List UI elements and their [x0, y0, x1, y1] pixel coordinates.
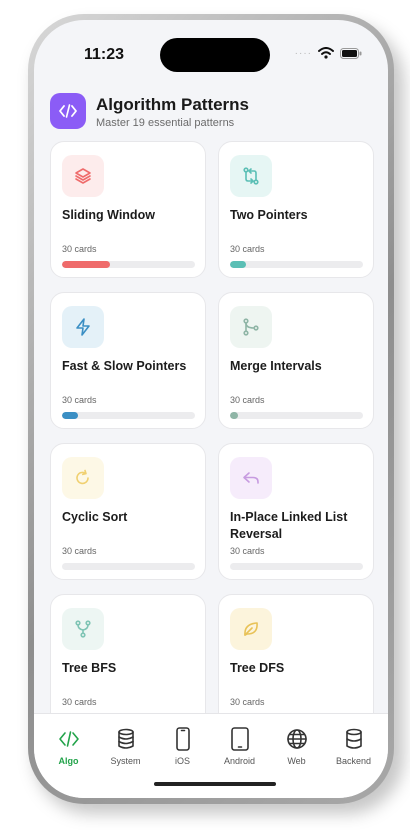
card-title: Tree DFS	[230, 661, 285, 675]
battery-icon	[340, 47, 362, 59]
header: Algorithm Patterns Master 19 essential p…	[50, 93, 372, 139]
tab-label: Algo	[58, 756, 79, 766]
server-icon	[344, 726, 364, 752]
tab-algo[interactable]: Algo	[40, 726, 97, 766]
card-title: Cyclic Sort	[62, 510, 128, 524]
tab-label: Backend	[335, 756, 372, 766]
tab-system[interactable]: System	[97, 726, 154, 766]
card-title: Two Pointers	[230, 208, 308, 222]
progress-fill	[62, 412, 78, 419]
home-indicator[interactable]	[154, 782, 276, 786]
tab-label: Web	[287, 756, 306, 766]
dynamic-island	[160, 38, 270, 72]
card-count: 30 cards	[62, 697, 97, 707]
page-title: Algorithm Patterns	[96, 95, 250, 114]
phone-frame: 11:23 ···· Algorithm Patterns Master 19 …	[28, 14, 394, 804]
tab-web[interactable]: Web	[268, 726, 325, 766]
layers-icon	[62, 155, 104, 197]
progress-bar	[62, 412, 195, 419]
wifi-icon	[318, 47, 334, 59]
tab-ios[interactable]: iOS	[154, 726, 211, 766]
card-count: 30 cards	[230, 244, 265, 254]
pattern-card[interactable]: In-Place Linked List Reversal 30 cards	[218, 443, 374, 580]
tab-label: System	[110, 756, 141, 766]
progress-bar	[230, 261, 363, 268]
phone-icon	[175, 726, 191, 752]
tablet-icon	[230, 726, 250, 752]
refresh-icon	[62, 457, 104, 499]
globe-icon	[286, 726, 308, 752]
git-merge-icon	[230, 306, 272, 348]
card-count: 30 cards	[62, 244, 97, 254]
swap-arrows-icon	[230, 155, 272, 197]
pattern-card[interactable]: Tree BFS 30 cards	[50, 594, 206, 731]
pattern-card[interactable]: Merge Intervals 30 cards	[218, 292, 374, 429]
tab-label: Android	[223, 756, 256, 766]
progress-bar	[62, 261, 195, 268]
screen: 11:23 ···· Algorithm Patterns Master 19 …	[34, 20, 388, 798]
page-subtitle: Master 19 essential patterns	[96, 117, 235, 129]
pattern-grid: Sliding Window 30 cards Two Pointers 30 car…	[50, 141, 374, 731]
card-count: 30 cards	[230, 546, 265, 556]
undo-icon	[230, 457, 272, 499]
progress-bar	[230, 563, 363, 570]
signal-icon: ····	[294, 47, 312, 59]
code-icon	[58, 726, 80, 752]
tabs: Algo System iOS Android Web Backend	[40, 726, 382, 766]
progress-fill	[62, 261, 110, 268]
card-title: In-Place Linked List Reversal	[230, 510, 348, 541]
pattern-card[interactable]: Two Pointers 30 cards	[218, 141, 374, 278]
tab-label: iOS	[174, 756, 190, 766]
pattern-card[interactable]: Tree DFS 30 cards	[218, 594, 374, 731]
database-icon	[116, 726, 136, 752]
card-title: Fast & Slow Pointers	[62, 359, 187, 373]
card-count: 30 cards	[230, 697, 265, 707]
card-title: Tree BFS	[62, 661, 117, 675]
progress-bar	[230, 412, 363, 419]
status-bar: 11:23 ····	[34, 20, 388, 80]
card-count: 30 cards	[62, 395, 97, 405]
card-title: Merge Intervals	[230, 359, 322, 373]
progress-bar	[62, 563, 195, 570]
pattern-card[interactable]: Sliding Window 30 cards	[50, 141, 206, 278]
card-count: 30 cards	[62, 546, 97, 556]
tab-bar: Algo System iOS Android Web Backend	[34, 713, 388, 798]
status-time: 11:23	[84, 46, 125, 63]
tab-backend[interactable]: Backend	[325, 726, 382, 766]
code-icon	[50, 93, 86, 129]
git-branch-icon	[62, 608, 104, 650]
status-icons: ····	[295, 47, 362, 59]
leaf-icon	[230, 608, 272, 650]
tab-android[interactable]: Android	[211, 726, 268, 766]
lightning-icon	[62, 306, 104, 348]
progress-fill	[230, 412, 238, 419]
card-count: 30 cards	[230, 395, 265, 405]
progress-fill	[230, 261, 246, 268]
pattern-card[interactable]: Fast & Slow Pointers 30 cards	[50, 292, 206, 429]
pattern-card[interactable]: Cyclic Sort 30 cards	[50, 443, 206, 580]
card-title: Sliding Window	[62, 208, 155, 222]
